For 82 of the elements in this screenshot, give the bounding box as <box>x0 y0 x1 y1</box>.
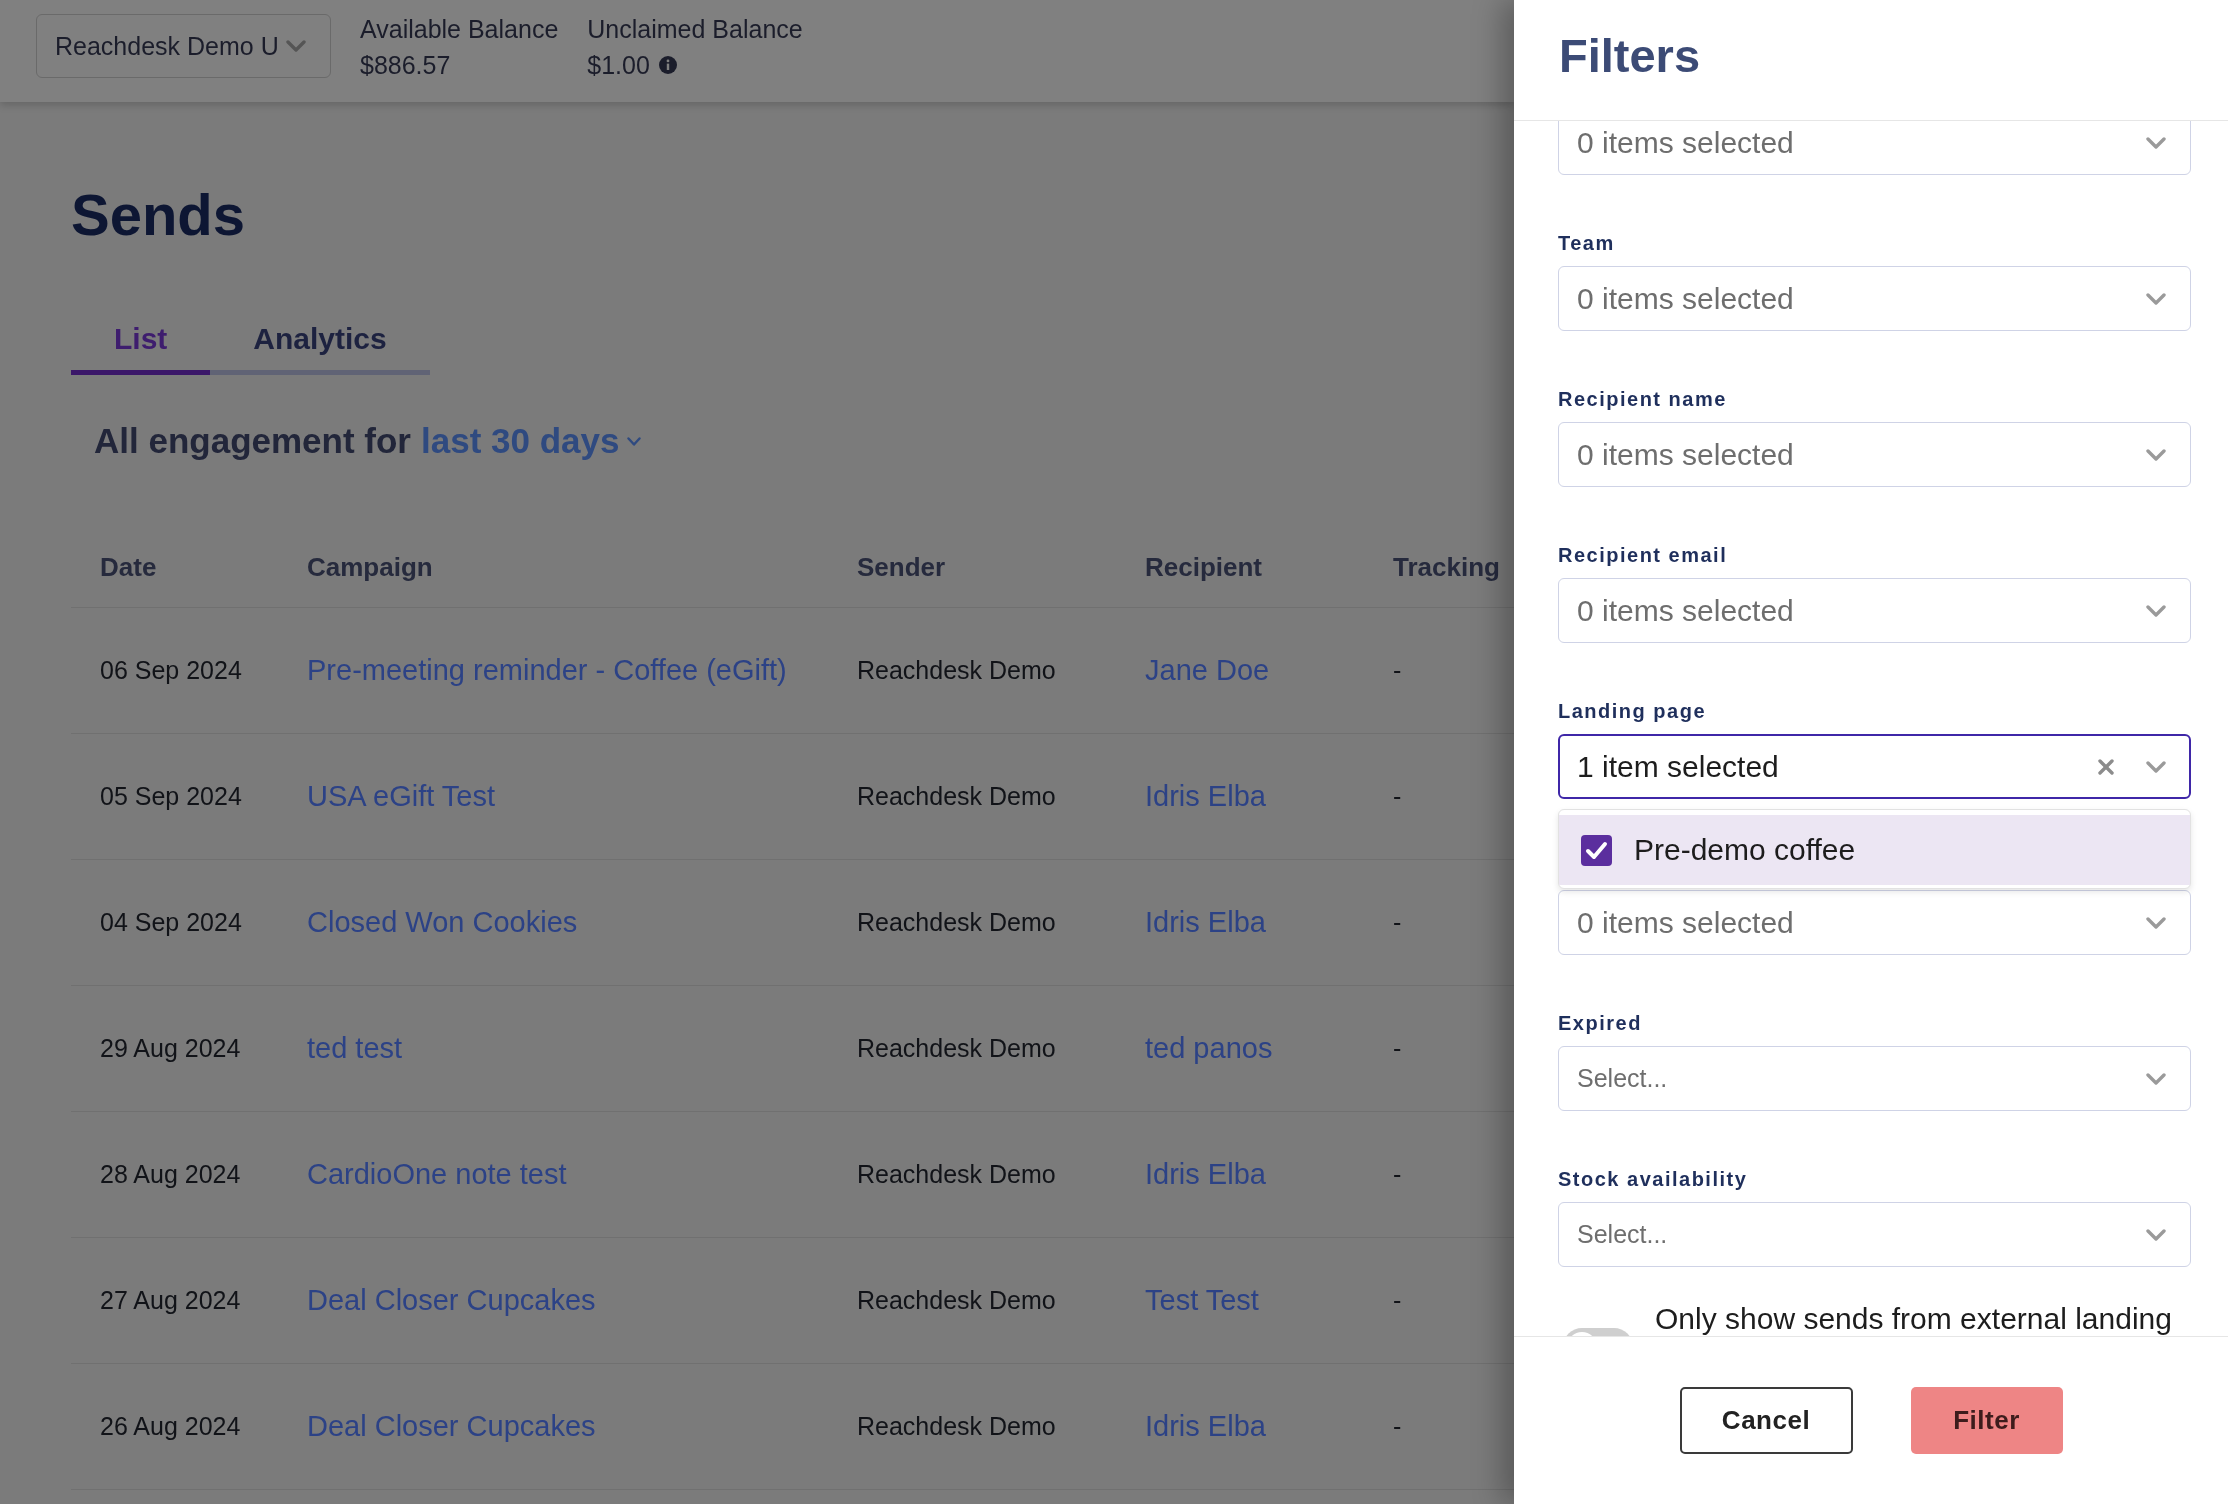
cancel-button[interactable]: Cancel <box>1679 1387 1853 1454</box>
table-link[interactable]: ted test <box>307 1032 403 1065</box>
table-link[interactable]: Idris Elba <box>1145 1158 1266 1191</box>
table-cell: - <box>1393 1412 1402 1441</box>
chevron-down-icon <box>2146 1072 2166 1085</box>
table-cell: Reachdesk Demo <box>857 1286 1056 1315</box>
toggle-label: Only show sends from external landing <box>1655 1304 2172 1334</box>
table-cell: Reachdesk Demo <box>857 1160 1056 1189</box>
table-cell: Reachdesk Demo <box>857 908 1056 937</box>
chevron-down-icon <box>2146 1228 2166 1241</box>
table-link[interactable]: Deal Closer Cupcakes <box>307 1284 596 1317</box>
multi-select[interactable]: 0 items selected <box>1558 578 2191 643</box>
chevron-down-icon <box>2146 916 2166 929</box>
table-cell: 06 Sep 2024 <box>100 656 242 685</box>
page-title: Sends <box>71 181 246 249</box>
table-link[interactable]: CardioOne note test <box>307 1158 567 1191</box>
table-link[interactable]: Closed Won Cookies <box>307 906 578 939</box>
table-link[interactable]: USA eGift Test <box>307 780 496 813</box>
multi-select[interactable]: 1 item selected <box>1558 734 2191 799</box>
period-dropdown[interactable]: last 30 days <box>421 421 642 461</box>
multi-select[interactable]: 0 items selected <box>1558 890 2191 955</box>
chevron-down-icon <box>2146 292 2166 305</box>
balance-value: $1.00 <box>587 50 650 81</box>
column-header: Sender <box>857 552 946 583</box>
chevron-down-icon <box>2146 136 2166 149</box>
multi-select[interactable]: 0 items selected <box>1558 121 2191 175</box>
field-label: Recipient email <box>1558 544 1728 566</box>
select-field[interactable]: Select... <box>1558 1202 2191 1267</box>
field-label: Landing page <box>1558 700 1706 722</box>
tab[interactable]: List <box>71 322 211 375</box>
table-link[interactable]: Pre-meeting reminder - Coffee (eGift) <box>307 654 787 687</box>
table-cell: 29 Aug 2024 <box>100 1034 241 1063</box>
panel-title: Filters <box>1559 28 1701 84</box>
table-cell: - <box>1393 1286 1402 1315</box>
table-cell: - <box>1393 1160 1402 1189</box>
balance-value: $886.57 <box>360 50 451 81</box>
chevron-down-icon <box>2146 604 2166 617</box>
table-cell: - <box>1393 782 1402 811</box>
info-icon[interactable] <box>658 56 677 74</box>
table-cell: Reachdesk Demo <box>857 782 1056 811</box>
table-cell: - <box>1393 908 1402 937</box>
table-link[interactable]: Idris Elba <box>1145 1410 1266 1443</box>
chevron-down-icon <box>286 40 306 52</box>
engagement-label: All engagement for <box>94 421 411 461</box>
table-cell: Reachdesk Demo <box>857 1034 1056 1063</box>
table-cell: 04 Sep 2024 <box>100 908 242 937</box>
multi-select[interactable]: 0 items selected <box>1558 266 2191 331</box>
field-label: Expired <box>1558 1012 1642 1034</box>
table-link[interactable]: Idris Elba <box>1145 906 1266 939</box>
field-label: Recipient name <box>1558 388 1727 410</box>
column-header: Date <box>100 552 157 583</box>
table-link[interactable]: Deal Closer Cupcakes <box>307 1410 596 1443</box>
field-label: Stock availability <box>1558 1168 1748 1190</box>
table-link[interactable]: ted panos <box>1145 1032 1273 1065</box>
chevron-down-icon <box>627 436 642 446</box>
table-cell: 28 Aug 2024 <box>100 1160 241 1189</box>
table-cell: Reachdesk Demo <box>857 1412 1056 1441</box>
table-cell: 27 Aug 2024 <box>100 1286 241 1315</box>
table-link[interactable]: Test Test <box>1145 1284 1259 1317</box>
checkbox[interactable] <box>1581 834 1612 866</box>
chevron-down-icon <box>2146 760 2166 773</box>
account-dropdown[interactable]: Reachdesk Demo U <box>36 14 331 78</box>
table-cell: 26 Aug 2024 <box>100 1412 241 1441</box>
balance-label: Unclaimed Balance <box>587 14 803 45</box>
select-field[interactable]: Select... <box>1558 1046 2191 1111</box>
table-link[interactable]: Idris Elba <box>1145 780 1266 813</box>
chevron-down-icon <box>2146 448 2166 461</box>
field-label: Team <box>1558 232 1615 254</box>
tab[interactable]: Analytics <box>210 322 430 375</box>
filter-button[interactable]: Filter <box>1910 1387 2063 1454</box>
column-header: Tracking <box>1393 552 1500 583</box>
column-header: Campaign <box>307 552 433 583</box>
table-cell: 05 Sep 2024 <box>100 782 242 811</box>
table-cell: - <box>1393 1034 1402 1063</box>
table-link[interactable]: Jane Doe <box>1145 654 1270 687</box>
close-icon[interactable] <box>2098 758 2114 775</box>
table-cell: - <box>1393 656 1402 685</box>
multi-select[interactable]: 0 items selected <box>1558 422 2191 487</box>
table-cell: Reachdesk Demo <box>857 656 1056 685</box>
balance-label: Available Balance <box>360 14 559 45</box>
menu-option[interactable]: Pre-demo coffee <box>1559 815 2190 885</box>
column-header: Recipient <box>1145 552 1263 583</box>
